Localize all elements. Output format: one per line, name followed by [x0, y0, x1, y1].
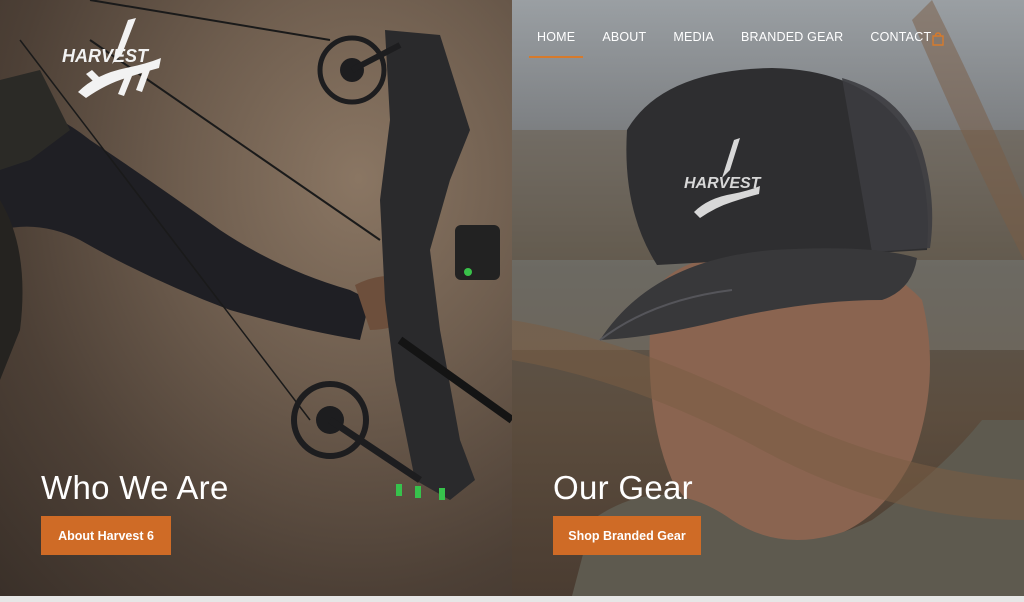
nav-branded-gear[interactable]: BRANDED GEAR — [741, 24, 843, 58]
our-gear-heading: Our Gear — [553, 469, 693, 506]
our-gear-panel: HARVEST Our Gear Shop Branded Gear — [512, 0, 1024, 596]
who-we-are-heading: Who We Are — [41, 469, 229, 506]
nav-about[interactable]: ABOUT — [602, 24, 646, 58]
hero-split: HARVEST Who We Are About Harvest 6 HARVE… — [0, 0, 1024, 596]
nav-media[interactable]: MEDIA — [673, 24, 714, 58]
page-bottom-strip — [0, 596, 1024, 602]
main-nav: HOME ABOUT MEDIA BRANDED GEAR CONTACT — [528, 24, 958, 58]
shop-branded-gear-button[interactable]: Shop Branded Gear — [553, 516, 701, 555]
about-harvest-button[interactable]: About Harvest 6 — [41, 516, 171, 555]
nav-contact[interactable]: CONTACT — [870, 24, 931, 58]
who-we-are-panel: HARVEST Who We Are About Harvest 6 — [0, 0, 512, 596]
harvest-logo[interactable]: HARVEST — [56, 14, 176, 100]
logo-text: HARVEST — [62, 46, 150, 66]
cart-icon[interactable] — [931, 32, 945, 46]
hat-logo-text: HARVEST — [684, 175, 762, 192]
nav-home[interactable]: HOME — [528, 24, 584, 58]
